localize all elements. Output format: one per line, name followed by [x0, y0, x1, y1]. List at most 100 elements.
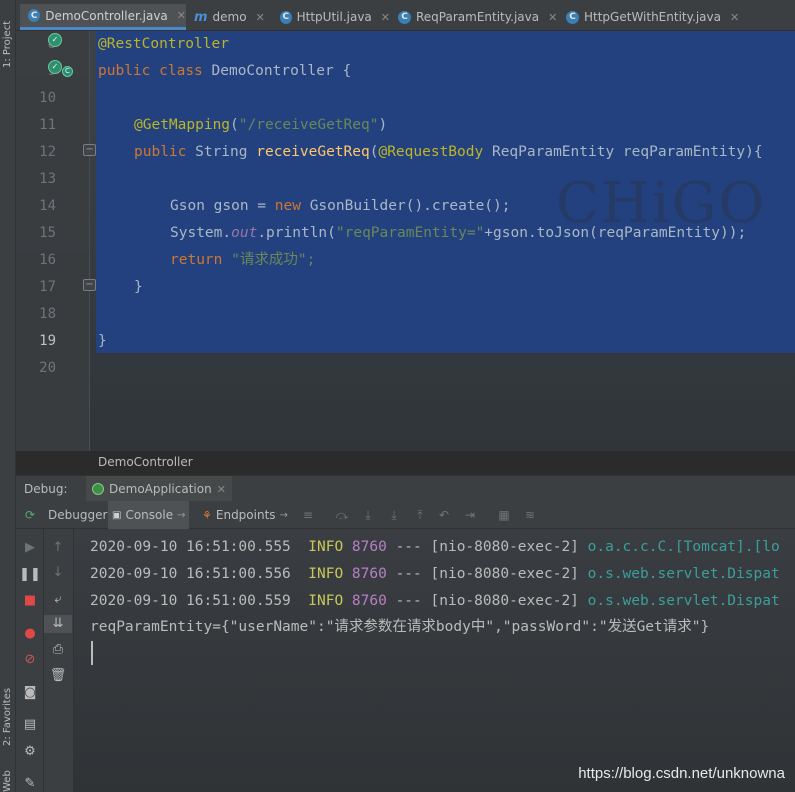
down-arrow-icon[interactable]: ↓ — [44, 564, 72, 582]
log-separator: --- — [386, 593, 431, 609]
evaluate-icon[interactable]: ▦ — [496, 507, 512, 523]
code-token: Gson gson = — [170, 198, 275, 214]
rerun-icon[interactable]: ⟳ — [22, 507, 38, 523]
code-token: } — [98, 333, 107, 349]
line-number: 16 — [39, 252, 56, 268]
resume-icon[interactable]: ▶ — [16, 539, 44, 557]
annotation-token: @RequestBody — [378, 144, 484, 160]
settings-icon[interactable]: ⚙ — [16, 743, 44, 761]
console-icon: ▣ — [112, 509, 122, 521]
stop-icon[interactable]: ■ — [16, 592, 44, 610]
tab-endpoints[interactable]: ⚘ Endpoints → — [198, 501, 292, 529]
class-icon: C — [62, 66, 73, 77]
close-icon[interactable]: ✕ — [177, 9, 186, 22]
tab-httpgetwithentity[interactable]: C HttpGetWithEntity.java ✕ — [558, 4, 744, 30]
web-tool-tab[interactable]: Web — [0, 770, 16, 792]
editor-tab-bar: C DemoController.java ✕ m demo ✕ C HttpU… — [16, 0, 795, 31]
code-line: System.out.println("reqParamEntity="+gso… — [170, 220, 746, 247]
step-into-icon[interactable]: ⤓ — [360, 507, 376, 523]
soft-wrap-icon[interactable]: ⤶ — [44, 591, 72, 609]
tab-reqparamentity[interactable]: C ReqParamEntity.java ✕ — [390, 4, 558, 30]
run-to-cursor-icon[interactable]: ⇥ — [462, 507, 478, 523]
log-logger: o.s.web.servlet.Dispat — [578, 566, 780, 582]
code-line: public String receiveGetReq(@RequestBody… — [134, 139, 763, 166]
java-class-icon: C — [28, 9, 41, 22]
log-pid: 8760 — [351, 566, 387, 582]
code-line: @GetMapping("/receiveGetReq") — [134, 112, 387, 139]
tab-debugger[interactable]: Debugger — [44, 501, 111, 529]
line-number: 10 — [39, 90, 56, 106]
tab-demo[interactable]: m demo ✕ — [186, 4, 272, 30]
trace-icon[interactable]: ≋ — [522, 507, 538, 523]
tab-console[interactable]: ▣ Console → — [108, 501, 190, 529]
menu-icon[interactable]: ≡ — [300, 507, 316, 523]
tab-httputil[interactable]: C HttpUtil.java ✕ — [272, 4, 390, 30]
line-number: 20 — [39, 360, 56, 376]
print-icon[interactable]: ⎙ — [44, 641, 72, 659]
step-out-icon[interactable]: ⤒ — [412, 507, 428, 523]
tab-label: demo — [212, 10, 247, 24]
tab-label: HttpUtil.java — [296, 10, 372, 24]
clear-all-icon[interactable]: 🗑 — [44, 667, 72, 685]
view-breakpoints-icon[interactable]: ● — [16, 625, 44, 643]
line-number: 17 — [39, 279, 56, 295]
project-tool-tab[interactable]: 1: Project — [0, 4, 16, 84]
code-token: System. — [170, 225, 232, 241]
spring-boot-icon — [92, 483, 104, 495]
source-watermark: https://blog.csdn.net/unknowna — [578, 765, 785, 782]
text-caret — [91, 641, 93, 665]
tab-label: Console — [125, 508, 174, 522]
debug-label: Debug: — [24, 482, 68, 496]
line-number: 14 — [39, 198, 56, 214]
spring-bean-icon[interactable]: ✓ — [48, 33, 62, 47]
spring-bean-icon[interactable]: ✓ — [48, 60, 62, 74]
close-icon[interactable]: ✕ — [548, 11, 557, 24]
log-thread: [nio-8080-exec-2] — [430, 566, 579, 582]
mute-breakpoints-icon[interactable]: ⊘ — [16, 651, 44, 669]
console-output[interactable]: 2020-09-10 16:51:00.555 INFO 8760 --- [n… — [74, 529, 795, 792]
code-line: @RestController — [98, 31, 229, 58]
keyword-token: new — [274, 198, 301, 214]
tab-demo-controller[interactable]: C DemoController.java ✕ — [20, 4, 186, 30]
code-token: ReqParamEntity reqParamEntity){ — [483, 144, 763, 160]
fold-icon[interactable]: − — [83, 279, 96, 291]
program-output-line: reqParamEntity={"userName":"请求参数在请求body中… — [90, 619, 710, 635]
log-logger: o.a.c.c.C.[Tomcat].[lo — [578, 539, 780, 555]
force-step-into-icon[interactable]: ⤓ — [386, 507, 402, 523]
favorites-tool-tab[interactable]: 2: Favorites — [0, 672, 16, 762]
pin-arrow-icon: → — [279, 509, 288, 521]
log-level: INFO — [308, 539, 344, 555]
log-logger: o.s.web.servlet.Dispat — [578, 593, 780, 609]
fold-icon[interactable]: − — [83, 144, 96, 156]
close-icon[interactable]: ✕ — [381, 11, 390, 24]
method-name-token: receiveGetReq — [256, 144, 370, 160]
debug-side-toolbar: ▶ ❚❚ ■ ● ⊘ ◙ ▤ ⚙ ✎ — [16, 529, 44, 792]
camera-icon[interactable]: ◙ — [16, 684, 44, 702]
code-line: } — [98, 328, 107, 355]
string-token: "/receiveGetReq" — [238, 117, 379, 133]
pin-icon[interactable]: ✎ — [16, 775, 44, 792]
breadcrumb[interactable]: DemoController — [98, 455, 193, 469]
debug-config-tab[interactable]: DemoApplication ✕ — [86, 476, 232, 502]
drop-frame-icon[interactable]: ↶ — [436, 507, 452, 523]
scroll-to-end-icon[interactable]: ⇊ — [44, 615, 72, 633]
tab-label: Endpoints — [215, 508, 276, 522]
code-token: String — [186, 144, 257, 160]
line-number: 13 — [39, 171, 56, 187]
debug-toolbar: ⟳ Debugger ▣ Console → ⚘ Endpoints → ≡ ⤼… — [16, 501, 795, 529]
up-arrow-icon[interactable]: ↑ — [44, 539, 72, 557]
close-icon[interactable]: ✕ — [730, 11, 739, 24]
endpoints-icon: ⚘ — [202, 508, 212, 522]
editor-gutter[interactable]: 8 9 10 11 12 13 14 15 16 17 18 19 20 ✓ ✓… — [16, 31, 96, 451]
static-field-token: out — [231, 225, 258, 241]
line-number: 11 — [39, 117, 56, 133]
layout-icon[interactable]: ▤ — [16, 716, 44, 734]
code-editor[interactable]: CHiGO 8 9 10 11 12 13 14 15 16 17 18 19 … — [16, 31, 795, 469]
pause-icon[interactable]: ❚❚ — [16, 566, 44, 584]
keyword-token: class — [159, 63, 203, 79]
close-icon[interactable]: ✕ — [256, 11, 265, 24]
step-over-icon[interactable]: ⤼ — [334, 507, 350, 523]
close-icon[interactable]: ✕ — [217, 483, 226, 496]
string-token: "请求成功"; — [222, 252, 316, 268]
log-separator: --- — [386, 539, 431, 555]
